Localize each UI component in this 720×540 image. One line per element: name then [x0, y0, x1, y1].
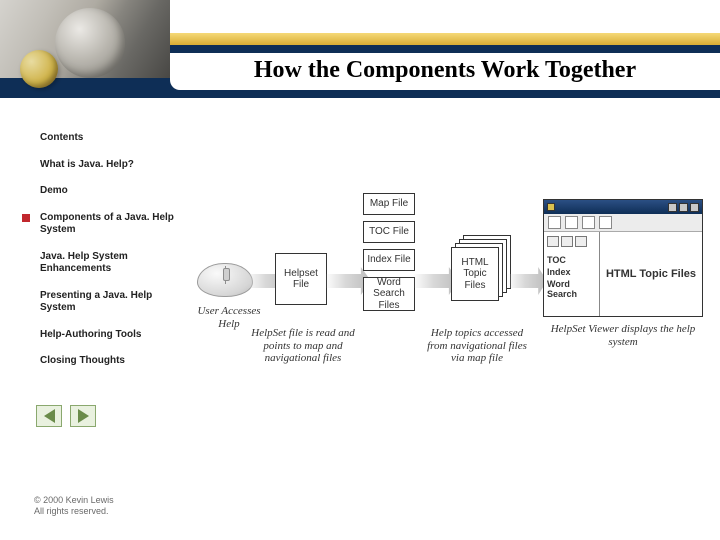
- viewer-caption: HelpSet Viewer displays the help system: [539, 323, 707, 348]
- close-icon[interactable]: [690, 203, 699, 212]
- viewer-toolbar: [544, 214, 702, 232]
- sidebar-item-label: Help-Authoring Tools: [40, 329, 141, 340]
- title-overlay: How the Components Work Together: [170, 45, 720, 98]
- minimize-icon[interactable]: [668, 203, 677, 212]
- nav-entry[interactable]: Word Search: [547, 279, 596, 299]
- prev-button[interactable]: [36, 405, 62, 427]
- toolbar-forward-icon[interactable]: [565, 216, 578, 229]
- index-file-box: Index File: [363, 249, 415, 271]
- slide-title: How the Components Work Together: [170, 53, 720, 90]
- viewer-nav-tabs: [547, 236, 596, 247]
- nav-entry[interactable]: TOC: [547, 255, 596, 265]
- toolbar-print-icon[interactable]: [599, 216, 612, 229]
- sidebar-item-label: Components of a Java. Help System: [40, 212, 174, 236]
- sidebar-item-closing[interactable]: Closing Thoughts: [30, 348, 190, 375]
- tab-icon[interactable]: [575, 236, 587, 247]
- footer: © 2000 Kevin Lewis All rights reserved.: [34, 495, 114, 518]
- sidebar-item-label: Java. Help System Enhancements: [40, 251, 128, 275]
- slide-banner: How the Components Work Together: [0, 0, 720, 105]
- toolbar-home-icon[interactable]: [582, 216, 595, 229]
- mouse-icon: [197, 263, 253, 297]
- triangle-right-icon: [78, 409, 89, 423]
- app-icon: [547, 203, 555, 211]
- html-topic-stack: HTML Topic Files: [451, 235, 521, 305]
- sidebar-item-presenting[interactable]: Presenting a Java. Help System: [30, 283, 190, 322]
- helpset-file-box: Helpset File: [275, 253, 327, 305]
- sidebar: Contents What is Java. Help? Demo Compon…: [30, 125, 190, 375]
- word-search-box: Word Search Files: [363, 277, 415, 311]
- sidebar-item-what-is[interactable]: What is Java. Help?: [30, 152, 190, 179]
- toc-file-box: TOC File: [363, 221, 415, 243]
- window-controls: [668, 203, 699, 212]
- sidebar-item-enhancements[interactable]: Java. Help System Enhancements: [30, 244, 190, 283]
- helpset-caption: HelpSet file is read and points to map a…: [247, 327, 359, 365]
- tab-icon[interactable]: [547, 236, 559, 247]
- maximize-icon[interactable]: [679, 203, 688, 212]
- copyright-line: © 2000 Kevin Lewis: [34, 495, 114, 507]
- viewer-nav-pane: TOC Index Word Search: [544, 232, 600, 316]
- html-caption: Help topics accessed from navigational f…: [423, 327, 531, 365]
- sidebar-item-label: Contents: [40, 132, 83, 143]
- viewer-topic-pane: HTML Topic Files: [600, 232, 702, 316]
- slide-body: Contents What is Java. Help? Demo Compon…: [0, 105, 720, 540]
- rights-line: All rights reserved.: [34, 506, 114, 518]
- banner-photo: [0, 0, 170, 78]
- map-file-box: Map File: [363, 193, 415, 215]
- sidebar-item-contents[interactable]: Contents: [30, 125, 190, 152]
- sidebar-item-label: Presenting a Java. Help System: [40, 290, 152, 314]
- flow-diagram: User Accesses Help Helpset File HelpSet …: [195, 175, 705, 415]
- viewer-topic-label: HTML Topic Files: [606, 268, 696, 280]
- nav-entry[interactable]: Index: [547, 267, 596, 277]
- nav-arrows: [36, 405, 96, 427]
- viewer-panes: TOC Index Word Search HTML Topic Files: [544, 232, 702, 316]
- sidebar-item-label: Closing Thoughts: [40, 355, 125, 366]
- sidebar-item-authoring[interactable]: Help-Authoring Tools: [30, 322, 190, 349]
- viewer-nav-entries: TOC Index Word Search: [547, 253, 596, 301]
- helpset-viewer-window: TOC Index Word Search HTML Topic Files: [543, 199, 703, 317]
- triangle-left-icon: [44, 409, 55, 423]
- sidebar-item-label: Demo: [40, 185, 68, 196]
- sidebar-item-label: What is Java. Help?: [40, 159, 134, 170]
- tab-icon[interactable]: [561, 236, 573, 247]
- viewer-title-left: [547, 203, 558, 211]
- sidebar-item-components[interactable]: Components of a Java. Help System: [30, 205, 190, 244]
- html-topic-box: HTML Topic Files: [451, 247, 499, 301]
- sidebar-item-demo[interactable]: Demo: [30, 178, 190, 205]
- viewer-titlebar: [544, 200, 702, 214]
- toolbar-back-icon[interactable]: [548, 216, 561, 229]
- next-button[interactable]: [70, 405, 96, 427]
